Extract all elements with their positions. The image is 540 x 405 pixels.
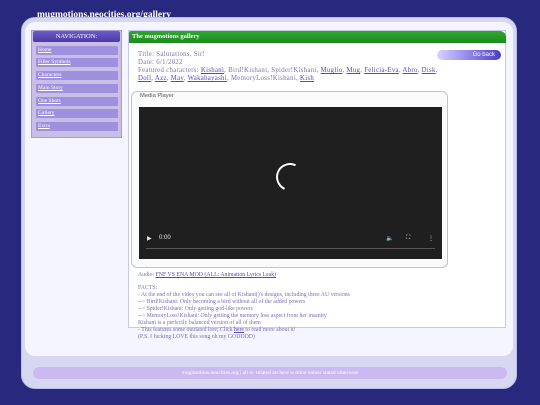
nav-link-filler-symbols[interactable]: Filler Symbols (36, 58, 118, 67)
entry-date: Date: 6/1/2022 (138, 59, 183, 66)
char-link-muglio[interactable]: Muglio (321, 67, 343, 74)
char-link-disk[interactable]: Disk (422, 67, 436, 74)
navigation-header: NAVIGATION: (33, 31, 120, 42)
nav-link-extra[interactable]: Extra (36, 122, 118, 131)
video-time: 0:00 (159, 235, 171, 241)
video-progress-bar[interactable] (146, 248, 435, 249)
facts-block: FACTS: - At the end of the video you can… (138, 285, 438, 341)
fact-line: --> Spider!Kishani: Only getting god-lik… (138, 306, 253, 312)
fact-link-suffix: to read more about it! (243, 327, 296, 333)
featured-characters: Featured characters: Kishani, Bird!Kisha… (138, 67, 438, 82)
fact-line: --> Bird!Kishani: Only becoming a bird w… (138, 299, 306, 305)
facts-heading: FACTS: (138, 285, 158, 291)
fact-line: --> MemoryLoss!Kishani: Only getting the… (138, 313, 327, 319)
char-link-felicia-eva[interactable]: Felicia-Eva (364, 67, 399, 74)
nav-link-characters[interactable]: Characters (36, 71, 118, 80)
char-link-abro[interactable]: Abro (402, 67, 417, 74)
nav-link-home[interactable]: Home (36, 46, 118, 55)
fact-line: Kishani is a perfectly balanced version … (138, 320, 261, 326)
gallery-header: The mugmotions gallery (129, 31, 506, 43)
featured-label: Featured characters: (138, 67, 199, 74)
char-link-kishani[interactable]: Kishani (201, 67, 224, 74)
audio-line: Audio: FNF VS ENA MOD (ALL: Animation Ly… (138, 272, 276, 279)
read-more-link[interactable]: here (234, 327, 244, 333)
media-player-title: Media Player (140, 93, 174, 99)
fact-line: - At the end of the video you can see al… (138, 292, 350, 298)
fact-link-prefix: - This features some outdated lore; Clic… (138, 327, 234, 333)
char-link-mug[interactable]: Mug (346, 67, 360, 74)
go-back-button[interactable]: Go back (437, 50, 501, 60)
char-link-doll[interactable]: Doll (138, 75, 151, 82)
nav-link-one-shots[interactable]: One Shots (36, 97, 118, 106)
footer: mugmotions.neocities.org | all oc relate… (33, 367, 507, 379)
char-link-wakabayashi[interactable]: Wakabayashi (188, 75, 227, 82)
char-link-azz[interactable]: Azz (155, 75, 167, 82)
volume-icon[interactable]: 🔈 (386, 235, 393, 242)
fullscreen-icon[interactable]: ⛶ (406, 235, 410, 242)
char-link-may[interactable]: May (171, 75, 184, 82)
char-bird-kishani: Bird!Kishani (228, 67, 268, 74)
char-memoryloss-kishani: MemoryLoss!Kishani (230, 75, 297, 82)
nav-link-main-story[interactable]: Main Story (36, 84, 118, 93)
char-spider-kishani: Spider!Kishani (271, 67, 317, 74)
more-options-icon[interactable]: ⋮ (428, 235, 434, 242)
fact-closing: (P.S. I fucking LOVE this song oh my GOD… (138, 334, 255, 340)
char-link-kish[interactable]: Kish (300, 75, 314, 82)
audio-label: Audio: (138, 272, 155, 278)
nav-link-gallery[interactable]: Gallery (36, 109, 118, 118)
fact-link-line: - This features some outdated lore; Clic… (138, 327, 438, 334)
play-icon[interactable]: ▶ (147, 235, 152, 242)
audio-link[interactable]: FNF VS ENA MOD (ALL: Animation Lyrics Le… (156, 272, 277, 278)
entry-title: Title: Salutations, Sir! (138, 51, 206, 58)
